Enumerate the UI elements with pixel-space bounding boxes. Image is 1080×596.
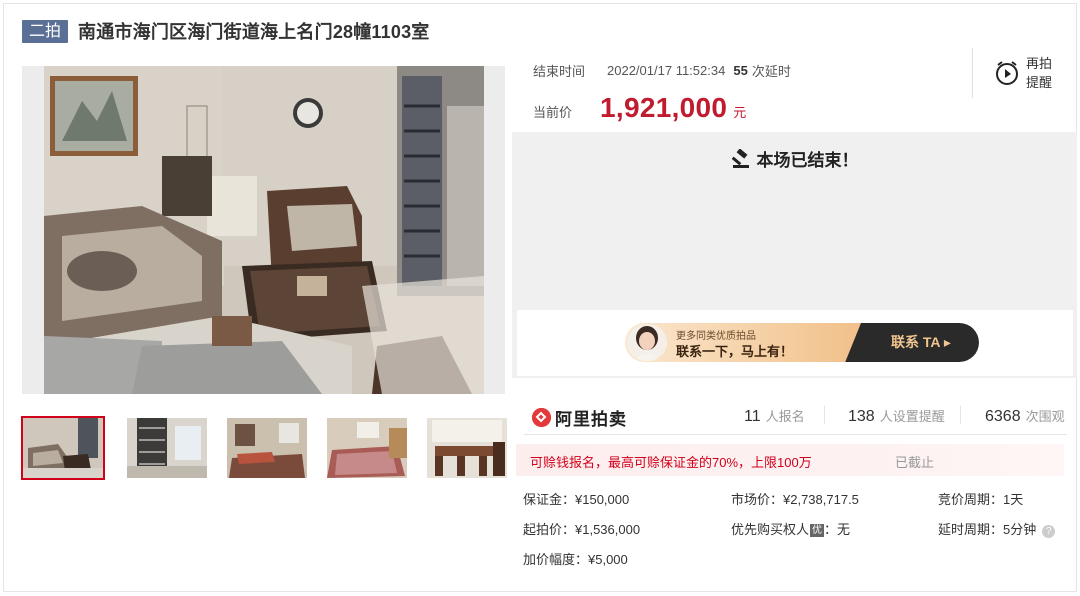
reminder-text: 人设置提醒 [879, 409, 945, 424]
view-text: 次围观 [1025, 409, 1065, 424]
market-price-detail: 市场价：¥2,738,717.5 [731, 492, 859, 507]
gavel-icon [731, 148, 749, 168]
delay-cycle-row: 延时周期：5分钟? [938, 519, 1056, 538]
deposit-loan-message: 可赊钱报名，最高可赊保证金的70%，上限100万 [530, 455, 812, 470]
view-count: 6368 [985, 408, 1021, 425]
thumbnail-3[interactable] [227, 418, 307, 478]
priority-value: ：无 [824, 522, 851, 537]
signup-text: 人报名 [765, 409, 805, 424]
deposit-detail: 保证金：¥150,000 [523, 492, 630, 507]
delay-cycle-detail: 延时周期：5分钟 [938, 522, 1037, 537]
reminder-count: 138 [848, 408, 875, 425]
price-unit: 元 [733, 105, 747, 120]
thumbnail-4[interactable] [327, 418, 407, 478]
price-value: 1,921,000 [600, 92, 728, 123]
ali-auction-logo: 阿里拍卖 [532, 405, 627, 430]
promo-small-text: 更多同类优质拍品 [676, 331, 756, 342]
stats-row: 阿里拍卖 11 人报名 138 人设置提醒 6368 次围观 [512, 392, 1077, 436]
stats-divider-line [524, 434, 1067, 435]
end-time-value: 2022/01/17 11:52:34 [607, 63, 726, 78]
delay-text: 次延时 [751, 64, 791, 79]
promo-area: 更多同类优质拍品 联系一下，马上有！ 联系 TA ▸ [517, 310, 1073, 376]
reminder-stat: 138 人设置提醒 [848, 406, 945, 426]
thumbnail-2[interactable] [127, 418, 207, 478]
signup-stat: 11 人报名 [744, 406, 805, 426]
end-time-row: 结束时间 2022/01/17 11:52:34 55 次延时 [533, 61, 791, 80]
alarm-clock-icon [996, 61, 1018, 85]
remind-button[interactable]: 再拍提醒 [994, 54, 1054, 92]
signup-count: 11 [744, 408, 761, 425]
contact-ta-button[interactable]: 联系 TA ▸ [863, 323, 979, 362]
platform-name: 阿里拍卖 [555, 410, 627, 429]
bid-cycle-detail: 竞价周期：1天 [938, 492, 1024, 507]
priority-label: 优先购买权人 [731, 522, 810, 537]
contact-banner[interactable]: 更多同类优质拍品 联系一下，马上有！ 联系 TA ▸ [625, 323, 979, 362]
ended-message: 本场已结束！ [756, 151, 859, 170]
ali-auction-logo-icon [532, 408, 551, 427]
deposit-loan-banner: 可赊钱报名，最高可赊保证金的70%，上限100万 已截止 [516, 444, 1064, 476]
priority-badge: 优 [810, 524, 825, 537]
delay-count: 55 [733, 63, 748, 78]
deposit-loan-status: 已截止 [895, 455, 935, 470]
round-badge: 二拍 [22, 19, 69, 43]
view-stat: 6368 次围观 [985, 406, 1065, 426]
thumbnail-5[interactable] [427, 418, 507, 478]
page-title: 南通市海门区海门街道海上名门28幢1103室 [78, 22, 430, 42]
stat-divider [960, 406, 961, 424]
thumbnail-1[interactable] [21, 416, 105, 480]
priority-buyer-detail: 优先购买权人优：无 [731, 519, 850, 538]
end-time-label: 结束时间 [533, 64, 586, 79]
start-price-detail: 起拍价：¥1,536,000 [523, 522, 641, 537]
main-photo[interactable] [22, 66, 505, 394]
title-row: 二拍 南通市海门区海门街道海上名门28幢1103室 [22, 19, 430, 43]
promo-big-text: 联系一下，马上有！ [676, 344, 794, 359]
price-label: 当前价 [533, 105, 573, 120]
agent-avatar [627, 324, 667, 361]
stat-divider [824, 406, 825, 424]
divider [972, 48, 973, 98]
auction-info: 结束时间 2022/01/17 11:52:34 55 次延时 当前价 1,92… [512, 48, 1077, 132]
ended-message-row: 本场已结束！ [512, 146, 1077, 171]
remind-label: 再拍提醒 [1026, 56, 1053, 90]
help-icon[interactable]: ? [1042, 525, 1056, 538]
increment-detail: 加价幅度：¥5,000 [523, 552, 628, 567]
current-price-row: 当前价 1,921,000 元 [533, 92, 746, 124]
